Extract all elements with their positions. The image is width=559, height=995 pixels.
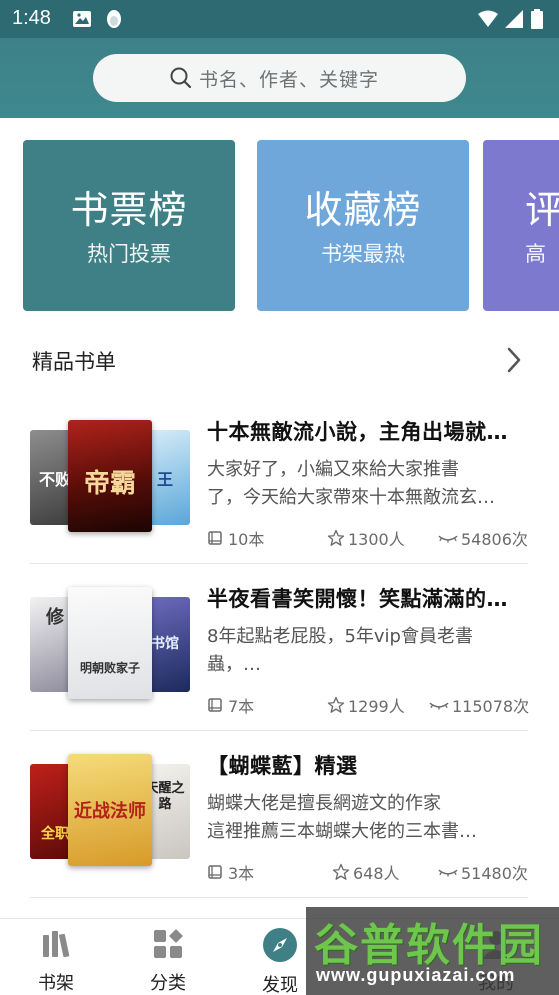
rank-card-title: 书票榜 (70, 188, 188, 232)
battery-icon (531, 9, 543, 29)
follower-count: 1299人 (327, 693, 405, 717)
eye-icon (438, 535, 458, 543)
book-count: 7本 (207, 693, 254, 717)
wifi-icon (478, 10, 498, 27)
eye-icon (429, 702, 449, 710)
featured-booklists-header[interactable]: 精品书单 (0, 332, 559, 388)
book-cover: 近战法师 (68, 754, 152, 866)
booklist-meta: 3本 648人 51480次 (207, 860, 529, 884)
book-cover: 明朝败家子 (68, 587, 152, 699)
booklist-name: 十本無敵流小說，主角出場就… (207, 420, 508, 444)
book-cover: 帝霸 (68, 420, 152, 532)
tab-bookshelf[interactable]: 书架 (26, 927, 86, 995)
view-count: 115078次 (429, 693, 529, 717)
star-icon (327, 696, 345, 713)
booklist-name: 【蝴蝶藍】精選 (207, 754, 358, 778)
booklist-covers: 修 书馆 明朝败家子 (30, 587, 192, 707)
compass-icon (263, 928, 297, 962)
follower-count: 648人 (332, 860, 400, 884)
booklist-item[interactable]: 修 书馆 明朝败家子 半夜看書笑開懷！笑點滿滿的… 8年起點老屁股，5年vip會… (30, 565, 529, 731)
search-icon (170, 67, 192, 89)
book-count: 3本 (207, 860, 254, 884)
star-icon (332, 863, 350, 880)
status-bar: 1:48 (0, 0, 559, 38)
follower-count: 1300人 (327, 526, 405, 550)
search-placeholder: 书名、作者、关键字 (199, 69, 380, 91)
eye-icon (438, 869, 458, 877)
tab-label: 书架 (38, 973, 74, 994)
app-header: 书名、作者、关键字 (0, 38, 559, 118)
category-icon (154, 929, 183, 958)
tab-label: 分类 (150, 973, 186, 994)
image-notification-icon (73, 11, 91, 27)
watermark-title: 谷普软件园 (314, 920, 544, 971)
section-title: 精品书单 (32, 350, 116, 374)
book-count: 10本 (207, 526, 264, 550)
booklist-description: 大家好了，小編又來給大家推書 了，今天給大家帶來十本無敵流玄… (207, 459, 495, 508)
tab-discover[interactable]: 发现 (250, 927, 310, 995)
site-watermark: 谷普软件园 www.gupuxiazai.com (306, 907, 559, 995)
rank-card-votes[interactable]: 书票榜 热门投票 (23, 140, 235, 311)
penguin-notification-icon (107, 10, 121, 28)
chevron-right-icon[interactable] (504, 346, 524, 374)
star-icon (327, 529, 345, 546)
tab-label: 发现 (262, 975, 298, 995)
rank-card-subtitle: 高 (525, 242, 546, 266)
status-time: 1:48 (12, 7, 51, 29)
booklist-covers: 不败 王 帝霸 (30, 420, 192, 540)
book-icon (208, 865, 222, 879)
booklist-meta: 10本 1300人 54806次 (207, 526, 529, 550)
book-icon (208, 698, 222, 712)
booklist-description: 蝴蝶大佬是擅長網遊文的作家 這裡推薦三本蝴蝶大佬的三本書… (207, 793, 477, 842)
booklist-item[interactable]: 不败 王 帝霸 十本無敵流小說，主角出場就… 大家好了，小編又來給大家推書 了，… (30, 398, 528, 564)
bookshelf-icon (43, 931, 70, 958)
rank-card-partial[interactable]: 评 高 (483, 140, 559, 311)
booklist-name: 半夜看書笑開懷！笑點滿滿的… (207, 587, 508, 611)
signal-icon (505, 10, 523, 28)
ranking-cards: 书票榜 热门投票 收藏榜 书架最热 评 高 (0, 140, 559, 312)
booklist-description: 8年起點老屁股，5年vip會員老書 蟲，… (207, 626, 473, 675)
book-icon (208, 531, 222, 545)
rank-card-title: 收藏榜 (304, 188, 422, 232)
rank-card-subtitle: 书架最热 (321, 242, 405, 266)
view-count: 54806次 (438, 526, 528, 550)
watermark-url: www.gupuxiazai.com (316, 965, 516, 985)
booklist-item[interactable]: 全职 天醒之路 近战法师 【蝴蝶藍】精選 蝴蝶大佬是擅長網遊文的作家 這裡推薦三… (30, 732, 528, 898)
tab-category[interactable]: 分类 (138, 927, 198, 995)
rank-card-subtitle: 热门投票 (87, 242, 171, 266)
search-bar[interactable]: 书名、作者、关键字 (93, 54, 466, 102)
rank-card-title: 评 (525, 188, 559, 232)
view-count: 51480次 (438, 860, 528, 884)
booklist-covers: 全职 天醒之路 近战法师 (30, 754, 192, 874)
booklist-meta: 7本 1299人 115078次 (207, 693, 529, 717)
rank-card-favorites[interactable]: 收藏榜 书架最热 (257, 140, 469, 311)
